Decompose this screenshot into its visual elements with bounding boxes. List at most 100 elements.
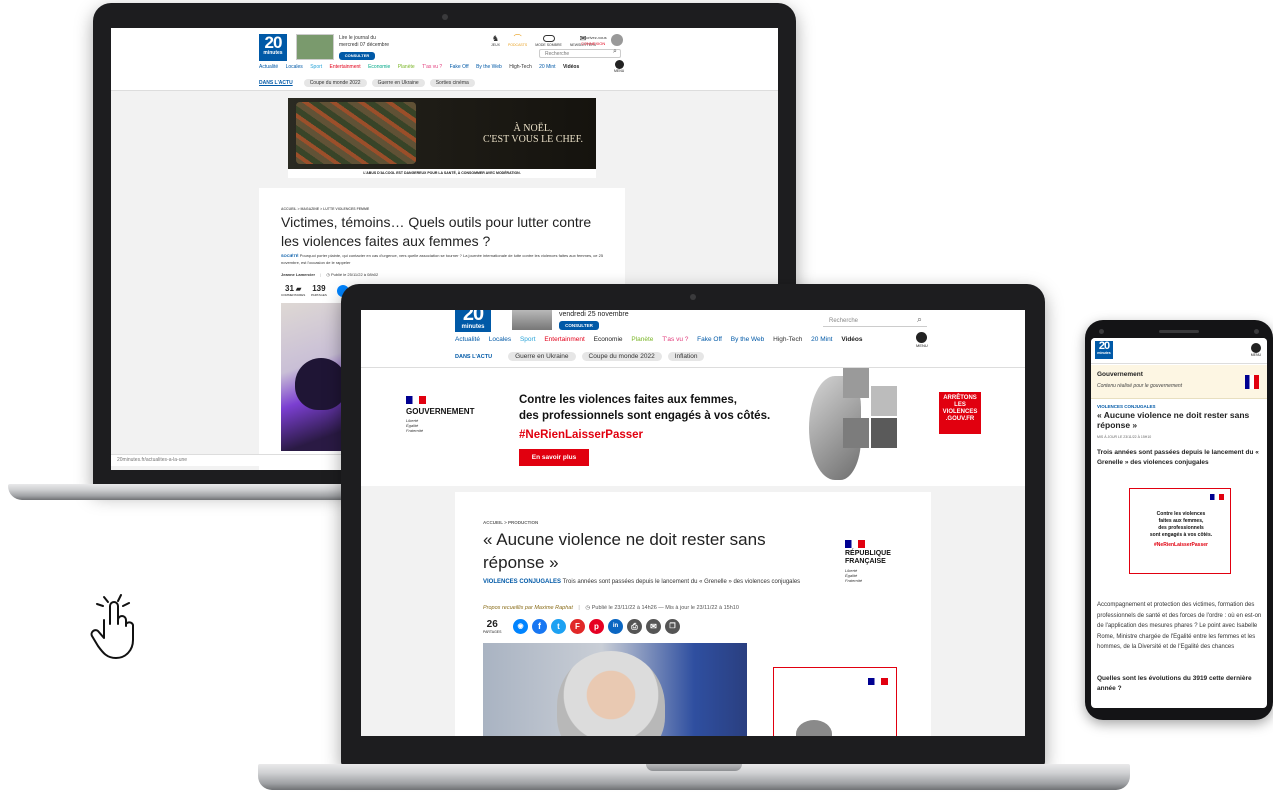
facebook-icon[interactable]: f xyxy=(532,619,547,634)
back-ad-banner[interactable]: À NOËL, C'EST VOUS LE CHEF. L'ABUS D'ALC… xyxy=(288,98,596,178)
back-nav-tasvu[interactable]: T'as vu ? xyxy=(422,64,442,70)
front-search-input[interactable]: Recherche xyxy=(823,315,927,327)
front-journal-button[interactable]: CONSULTER xyxy=(559,321,599,330)
back-article-date: Publié le 25/11/22 à 08h02 xyxy=(330,272,379,277)
messenger-icon[interactable]: ◉ xyxy=(513,619,528,634)
back-nav-bytheweb[interactable]: By the Web xyxy=(476,64,502,70)
back-search-input[interactable]: Recherche xyxy=(539,49,621,58)
phone-ad-line: sont engagés à vos côtés. xyxy=(1149,532,1213,538)
bookmark-icon[interactable]: ❒ xyxy=(665,619,680,634)
back-logo[interactable]: 20 minutes xyxy=(259,34,287,61)
front-main-nav: Actualité Locales Sport Entertainment Ec… xyxy=(455,336,863,343)
front-nav-entertainment[interactable]: Entertainment xyxy=(544,336,584,343)
back-games-link[interactable]: ♞ JEUX xyxy=(491,34,500,47)
front-nav-locales[interactable]: Locales xyxy=(489,336,511,343)
front-nav-20mint[interactable]: 20 Mint xyxy=(811,336,832,343)
phone-ad-line: Contre les violences xyxy=(1156,511,1206,517)
print-icon[interactable]: ⎙ xyxy=(627,619,642,634)
phone-logo[interactable]: 20 minutes xyxy=(1095,341,1113,359)
republic-line: FRANÇAISE xyxy=(845,558,886,565)
back-article-author[interactable]: Jeanne Lamercier xyxy=(281,272,315,277)
front-nav-sport[interactable]: Sport xyxy=(520,336,536,343)
avatar[interactable] xyxy=(611,34,623,46)
phone-menu-button[interactable]: MENU xyxy=(1251,343,1261,357)
front-laptop-notch xyxy=(646,764,742,771)
back-menu-button[interactable]: MENU xyxy=(614,60,624,73)
front-nav-planete[interactable]: Planète xyxy=(631,336,653,343)
back-nav-videos[interactable]: Vidéos xyxy=(563,64,579,70)
front-topic-pill[interactable]: Guerre en Ukraine xyxy=(508,352,576,361)
back-topic-pill[interactable]: Coupe du monde 2022 xyxy=(303,79,367,87)
front-topics-bar: DANS L'ACTU Guerre en Ukraine Coupe du m… xyxy=(455,352,705,361)
front-nav-hightech[interactable]: High-Tech xyxy=(773,336,802,343)
front-topic-pill[interactable]: Coupe du monde 2022 xyxy=(581,352,662,361)
back-darkmode-toggle[interactable]: MODE SOMBRE xyxy=(535,34,562,47)
back-journal-button[interactable]: CONSULTER xyxy=(339,52,375,60)
front-nav-bytheweb[interactable]: By the Web xyxy=(731,336,764,343)
back-nav-20mint[interactable]: 20 Mint xyxy=(539,64,555,70)
search-icon[interactable]: ⌕ xyxy=(917,314,922,325)
back-user-area[interactable]: Inscrivez-vous CONNEXION xyxy=(581,35,607,47)
front-nav-fakeoff[interactable]: Fake Off xyxy=(697,336,722,343)
pinterest-icon[interactable]: p xyxy=(589,619,604,634)
back-status-bar: 20minutes.fr/actualites-a-la-une xyxy=(111,454,341,466)
email-icon[interactable]: ✉ xyxy=(646,619,661,634)
front-article-card: ACCUEIL > PRODUCTION « Aucune violence n… xyxy=(455,492,931,736)
back-nav-entertainment[interactable]: Entertainment xyxy=(330,64,361,70)
back-topic-pill[interactable]: Guerre en Ukraine xyxy=(371,79,425,87)
back-comments-count[interactable]: 31 ▰ COMMENTAIRES xyxy=(281,284,305,297)
back-nav-actualite[interactable]: Actualité xyxy=(259,64,278,70)
linkedin-icon[interactable]: in xyxy=(608,619,623,634)
back-nav-fakeoff[interactable]: Fake Off xyxy=(450,64,469,70)
front-menu-button[interactable]: MENU xyxy=(916,332,928,348)
front-logo-word: minutes xyxy=(461,324,485,330)
back-journal-line2: mercredi 07 décembre xyxy=(339,42,390,48)
front-ad-badge[interactable]: ARRÊTONS LES VIOLENCES .GOUV.FR xyxy=(939,392,981,434)
phone: 20 minutes MENU Gouvernement Contenu réa… xyxy=(1085,320,1273,720)
phone-sponsor-subtitle: Contenu réalisé pour le gouvernement xyxy=(1097,383,1183,389)
back-nav-planete[interactable]: Planète xyxy=(398,64,415,70)
back-nav-economie[interactable]: Economie xyxy=(368,64,390,70)
front-journal-thumbnail[interactable] xyxy=(512,310,552,330)
back-games-label: JEUX xyxy=(491,43,500,47)
back-logo-number: 20 xyxy=(264,33,283,52)
front-article-tag[interactable]: VIOLENCES CONJUGALES xyxy=(483,579,561,585)
back-topic-pill[interactable]: Sorties cinéma xyxy=(429,79,475,87)
back-site-header: 20 minutes Lire le journal du mercredi 0… xyxy=(111,28,778,91)
search-icon[interactable]: ⌕ xyxy=(613,48,617,56)
front-topic-pill[interactable]: Inflation xyxy=(667,352,705,361)
front-shares-count: 26 PARTAGES xyxy=(483,619,501,634)
flipboard-icon[interactable]: F xyxy=(570,619,585,634)
front-gov-ad[interactable]: GOUVERNEMENT Liberté Égalité Fraternité … xyxy=(361,368,1025,486)
front-article-author[interactable]: Propos recueillis par Maxime Raphat xyxy=(483,605,573,611)
phone-sponsor-banner: Gouvernement Contenu réalisé pour le gou… xyxy=(1091,365,1267,399)
phone-logo-word: minutes xyxy=(1097,351,1111,355)
back-nav-sport[interactable]: Sport xyxy=(310,64,322,70)
back-ad-line2: C'EST VOUS LE CHEF. xyxy=(482,134,584,145)
front-nav-actualite[interactable]: Actualité xyxy=(455,336,480,343)
back-nav-hightech[interactable]: High-Tech xyxy=(509,64,532,70)
twitter-icon[interactable]: t xyxy=(551,619,566,634)
phone-article-tag[interactable]: VIOLENCES CONJUGALES xyxy=(1097,404,1156,409)
back-podcasts-link[interactable]: ⌒ PODCASTS xyxy=(508,34,527,47)
back-nav-locales[interactable]: Locales xyxy=(286,64,303,70)
motto-line: Fraternité xyxy=(845,578,863,583)
front-nav-tasvu[interactable]: T'as vu ? xyxy=(662,336,688,343)
front-ad-cta-button[interactable]: En savoir plus xyxy=(519,449,589,466)
phone-speaker xyxy=(1159,329,1199,333)
back-ad-legal: L'ABUS D'ALCOOL EST DANGEREUX POUR LA SA… xyxy=(288,169,596,178)
phone-status-bar xyxy=(1099,326,1259,336)
badge-line: .GOUV.FR xyxy=(945,416,975,422)
phone-inline-ad[interactable]: Contre les violences faites aux femmes, … xyxy=(1129,488,1231,574)
back-article-tag[interactable]: SOCIÉTÉ xyxy=(281,253,299,258)
badge-line: VIOLENCES xyxy=(942,409,978,415)
front-laptop: 20 minutes vendredi 25 novembre CONSULTE… xyxy=(341,284,1045,766)
front-nav-economie[interactable]: Economie xyxy=(594,336,623,343)
back-journal-thumbnail[interactable] xyxy=(296,34,334,60)
front-logo[interactable]: 20 minutes xyxy=(455,310,491,332)
back-dans-lactu: DANS L'ACTU xyxy=(259,80,293,86)
front-article-photo xyxy=(483,643,747,736)
front-nav-videos[interactable]: Vidéos xyxy=(841,336,862,343)
front-sidebar-ad[interactable] xyxy=(773,667,897,736)
breadcrumb: ACCUEIL > MAGAZINE > LUTTE VIOLENCES FEM… xyxy=(281,207,370,211)
